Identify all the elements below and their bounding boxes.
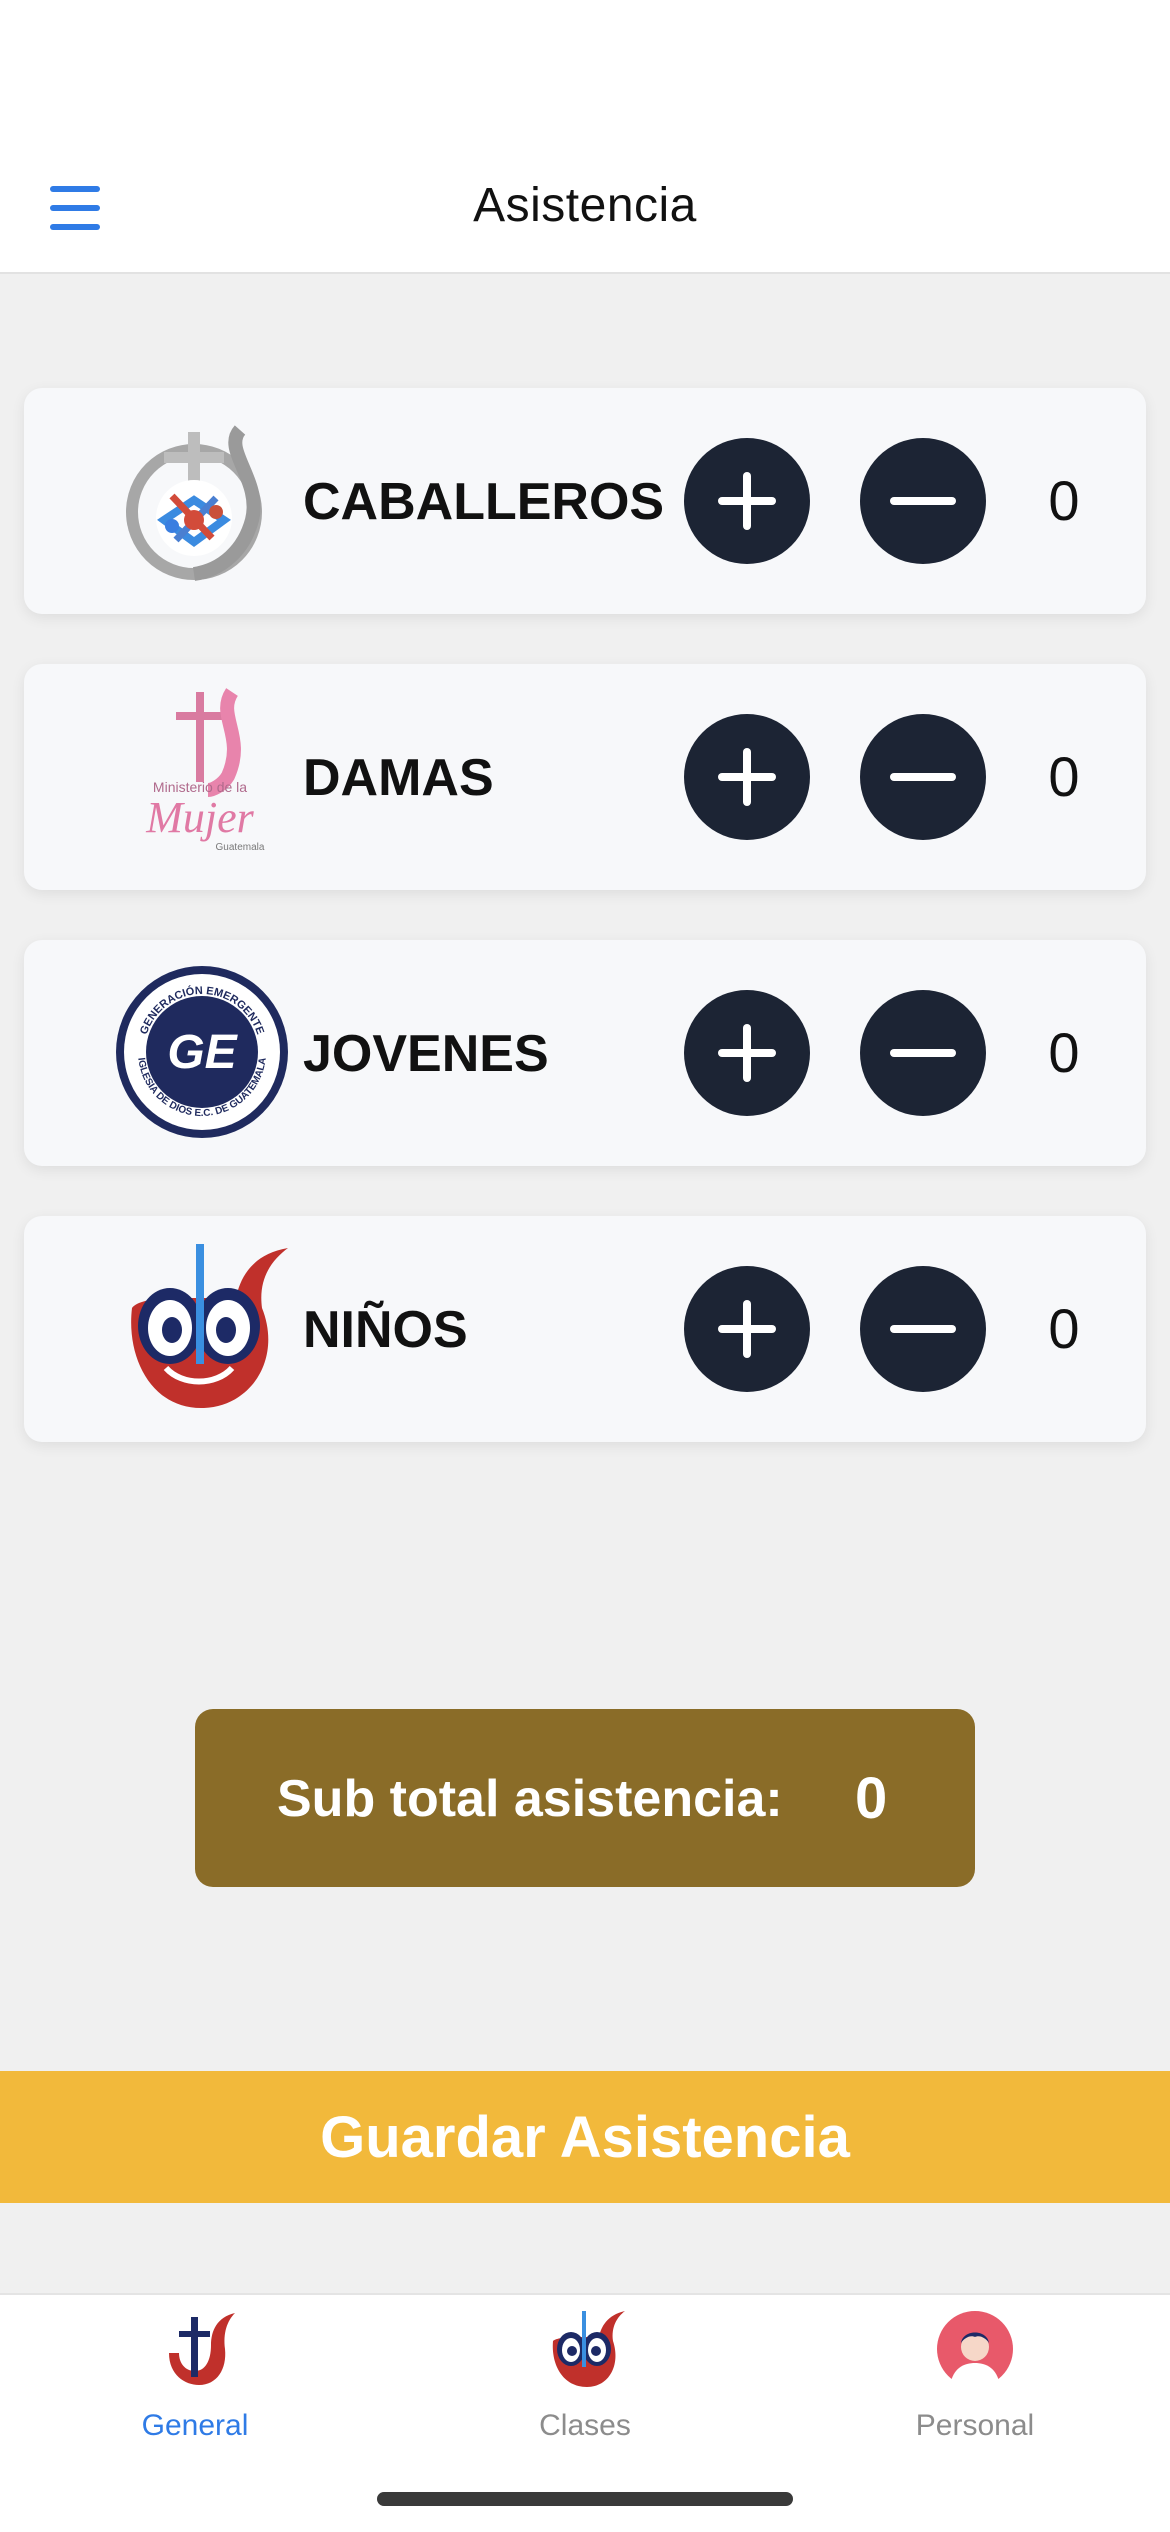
svg-text:Mujer: Mujer bbox=[145, 793, 254, 842]
subtotal-box: Sub total asistencia: 0 bbox=[195, 1709, 975, 1887]
group-count: 0 bbox=[1048, 469, 1080, 532]
group-count: 0 bbox=[1048, 1021, 1080, 1084]
group-count: 0 bbox=[1048, 1297, 1080, 1360]
group-card-jovenes: GENERACIÓN EMERGENTE IGLESIA DE DIOS E.C… bbox=[24, 940, 1146, 1166]
increment-button[interactable] bbox=[684, 1266, 810, 1392]
svg-text:GE: GE bbox=[167, 1026, 238, 1079]
group-label: JOVENES bbox=[303, 1025, 549, 1083]
minus-icon bbox=[890, 773, 956, 781]
ministerio-de-la-mujer-logo: Ministerio de la Mujer Guatemala bbox=[112, 686, 292, 866]
group-card-caballeros: CABALLEROS 0 bbox=[24, 388, 1146, 614]
group-card-damas: Ministerio de la Mujer Guatemala DAMAS 0 bbox=[24, 664, 1146, 890]
increment-button[interactable] bbox=[684, 714, 810, 840]
decrement-button[interactable] bbox=[860, 714, 986, 840]
group-label: CABALLEROS bbox=[303, 473, 665, 531]
plus-icon bbox=[718, 748, 776, 806]
decrement-button[interactable] bbox=[860, 1266, 986, 1392]
plus-icon bbox=[718, 472, 776, 530]
increment-button[interactable] bbox=[684, 438, 810, 564]
save-attendance-button[interactable]: Guardar Asistencia bbox=[0, 2071, 1170, 2203]
status-bar bbox=[0, 0, 1170, 140]
owl-logo-icon bbox=[545, 2309, 625, 2389]
home-indicator bbox=[377, 2492, 793, 2506]
minus-icon bbox=[890, 497, 956, 505]
minus-icon bbox=[890, 1325, 956, 1333]
user-avatar-icon bbox=[935, 2309, 1015, 2389]
plus-icon bbox=[718, 1300, 776, 1358]
tab-personal[interactable]: Personal bbox=[780, 2295, 1170, 2455]
tab-label: General bbox=[141, 2409, 249, 2442]
subtotal-label: Sub total asistencia: bbox=[277, 1770, 783, 1828]
group-card-ninos: NIÑOS 0 bbox=[24, 1216, 1146, 1442]
tab-clases[interactable]: Clases bbox=[390, 2295, 780, 2455]
tab-label: Clases bbox=[539, 2409, 631, 2442]
group-label: DAMAS bbox=[303, 749, 494, 807]
decrement-button[interactable] bbox=[860, 990, 986, 1116]
subtotal-value: 0 bbox=[855, 1766, 888, 1831]
caballeros-ministry-logo bbox=[112, 410, 292, 590]
navigation-bar: Asistencia bbox=[0, 140, 1170, 274]
increment-button[interactable] bbox=[684, 990, 810, 1116]
generacion-emergente-logo: GENERACIÓN EMERGENTE IGLESIA DE DIOS E.C… bbox=[112, 962, 292, 1142]
tab-general[interactable]: General bbox=[0, 2295, 390, 2455]
plus-icon bbox=[718, 1024, 776, 1082]
minus-icon bbox=[890, 1049, 956, 1057]
decrement-button[interactable] bbox=[860, 438, 986, 564]
group-label: NIÑOS bbox=[303, 1301, 468, 1359]
page-title: Asistencia bbox=[473, 179, 697, 232]
svg-text:Guatemala: Guatemala bbox=[216, 842, 265, 853]
tab-label: Personal bbox=[915, 2409, 1035, 2442]
group-count: 0 bbox=[1048, 745, 1080, 808]
church-logo-icon bbox=[155, 2309, 235, 2389]
ninos-owl-logo bbox=[112, 1238, 292, 1418]
